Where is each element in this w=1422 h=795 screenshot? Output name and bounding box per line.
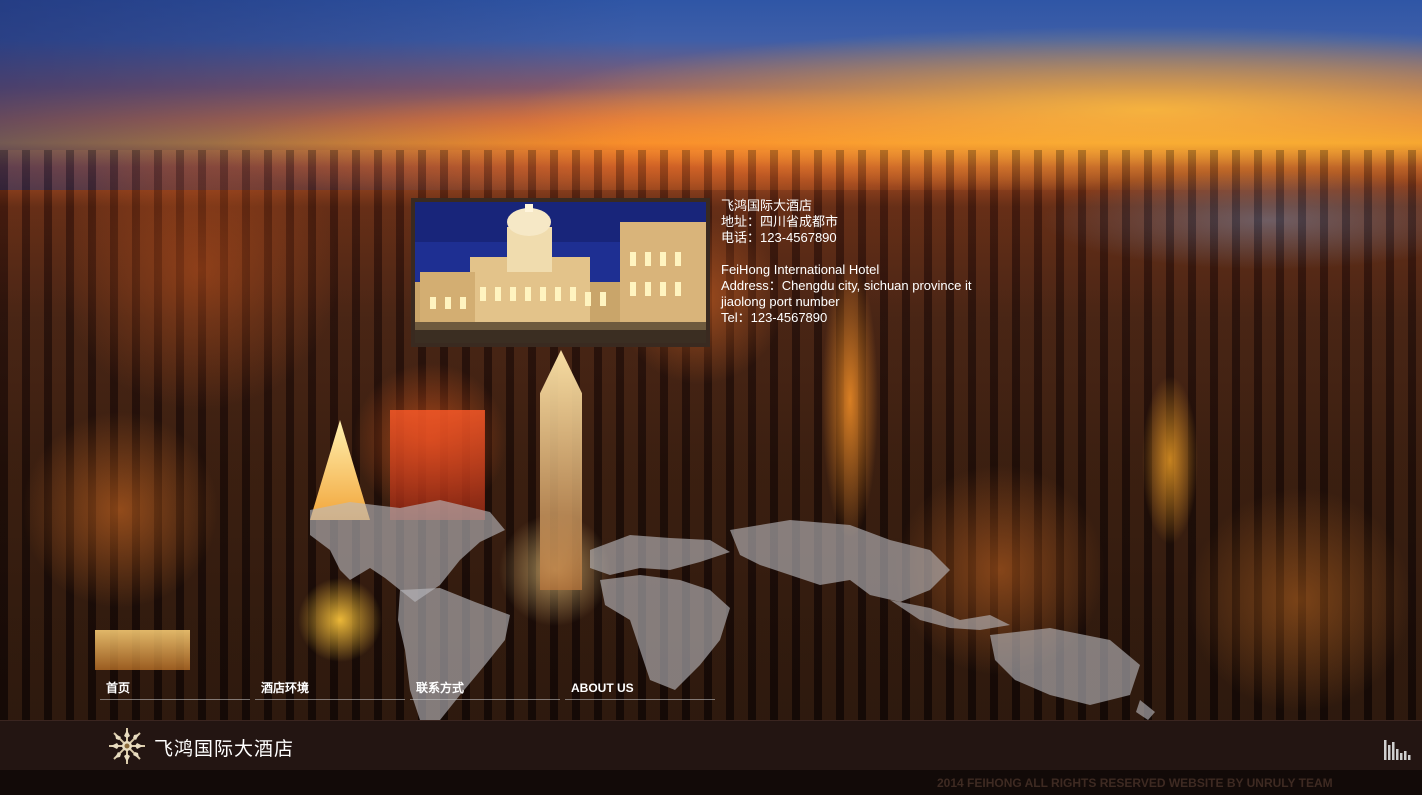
main-nav: 首页 酒店环境 联系方式 ABOUT US — [100, 680, 720, 700]
copyright-text: 2014 FEIHONG ALL RIGHTS RESERVED WEBSITE… — [937, 776, 1333, 790]
map-north-america — [310, 500, 505, 602]
hotel-address-cn: 地址：四川省成都市 — [721, 214, 839, 229]
nav-item-contact[interactable]: 联系方式 — [410, 680, 560, 700]
hotel-address-en: Address：Chengdu city, sichuan province i… — [721, 278, 972, 293]
page: 飞鸿国际大酒店 地址：四川省成都市 电话：123-4567890 FeiHong… — [0, 0, 1422, 795]
footer-bar: 飞鸿国际大酒店 — [0, 720, 1422, 771]
hotel-building-illustration — [415, 202, 706, 343]
equalizer-bars-icon[interactable] — [1383, 738, 1411, 760]
map-europe — [590, 535, 730, 575]
map-australia — [990, 628, 1140, 705]
map-asia — [730, 520, 950, 602]
logo-text[interactable]: 飞鸿国际大酒店 — [154, 734, 294, 761]
nav-item-hotel-environment[interactable]: 酒店环境 — [255, 680, 405, 700]
hotel-name-en: FeiHong International Hotel — [721, 262, 880, 277]
map-southeast-asia — [890, 600, 1010, 630]
copyright-bar: 2014 FEIHONG ALL RIGHTS RESERVED WEBSITE… — [0, 770, 1422, 795]
nav-item-about-us[interactable]: ABOUT US — [565, 680, 715, 700]
lit-building — [95, 630, 190, 670]
map-africa — [600, 575, 730, 690]
hotel-tel-en: Tel：123-4567890 — [721, 310, 828, 325]
hotel-address-en-2: jiaolong port number — [721, 294, 840, 309]
map-new-zealand — [1136, 700, 1155, 720]
hotel-name-cn: 飞鸿国际大酒店 — [721, 198, 813, 213]
map-south-america — [398, 588, 510, 720]
nav-item-home[interactable]: 首页 — [100, 680, 250, 700]
hotel-photo — [411, 198, 710, 347]
snowflake-emblem-icon — [109, 728, 145, 764]
hotel-info: 飞鸿国际大酒店 地址：四川省成都市 电话：123-4567890 FeiHong… — [721, 198, 1021, 326]
hotel-tel-cn: 电话：123-4567890 — [721, 230, 837, 245]
